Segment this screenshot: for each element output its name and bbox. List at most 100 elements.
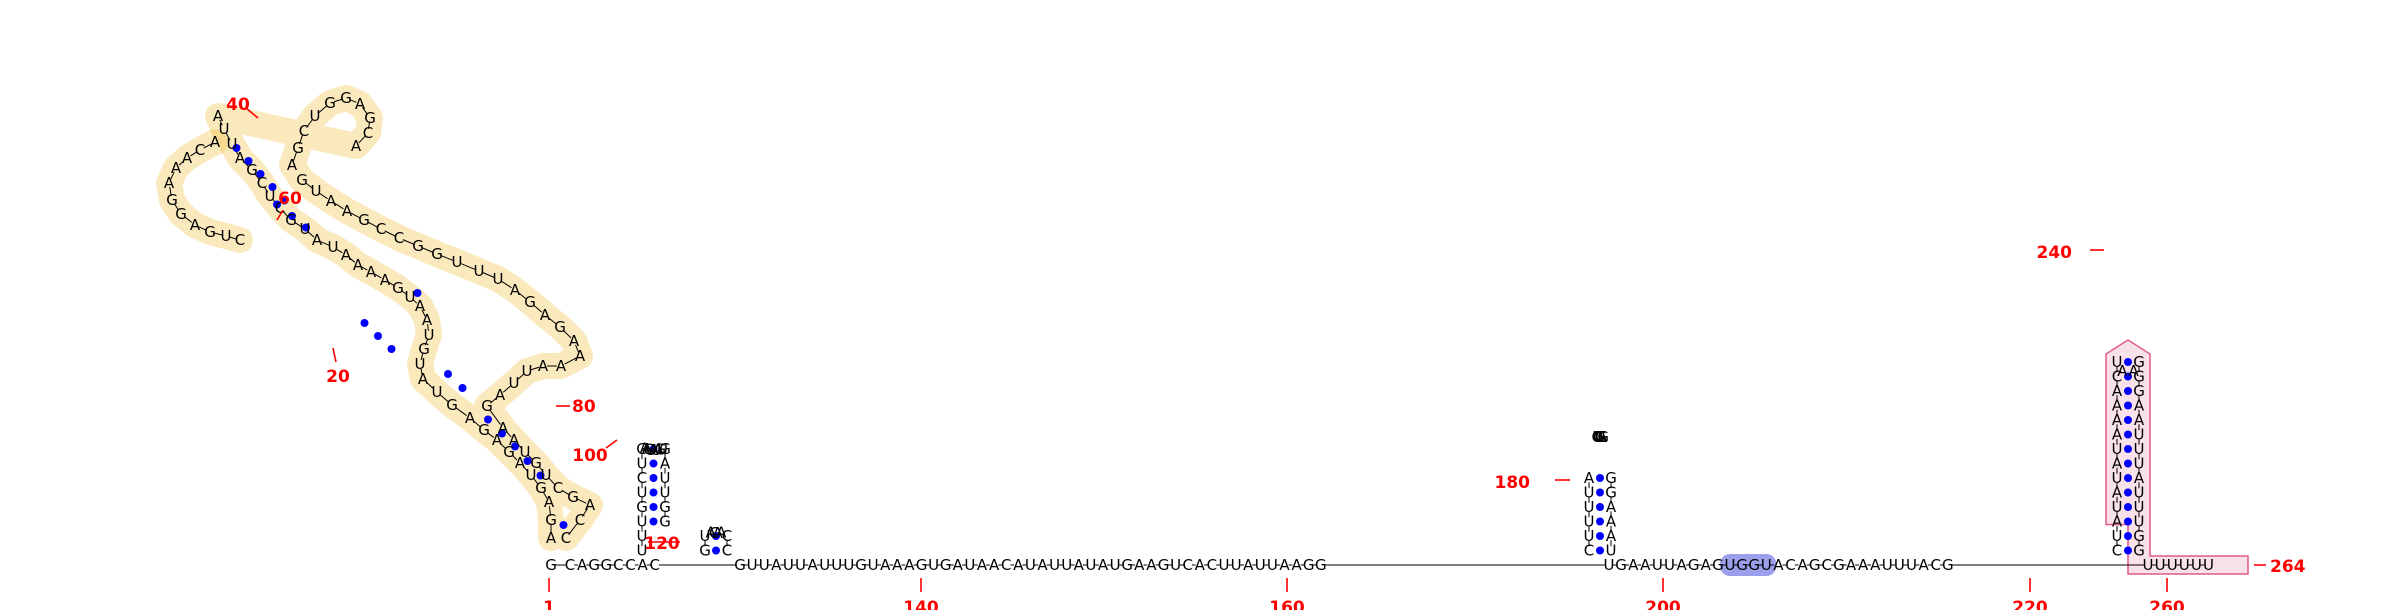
nucleotide: G [481,397,493,415]
nucleotide: G [545,511,557,529]
nucleotide: U [2167,556,2178,574]
nucleotide: A [771,556,782,574]
nucleotide: U [747,556,758,574]
nucleotide: A [716,523,727,541]
position-number: 260 [2149,598,2185,610]
nucleotide: A [569,332,580,350]
domain-highlights [156,85,2249,576]
nucleotide-letters: GCAGGCCACGUUAUUAUUUGUAAAGUGAUAACAUAUUAUA… [164,89,2214,574]
position-number: 200 [1645,598,1681,610]
base-pair-dot [2124,503,2132,511]
nucleotide: A [1146,556,1157,574]
nucleotide: U [1894,556,1905,574]
nucleotide: U [1761,556,1772,574]
position-number: 140 [903,598,939,610]
base-pair-dot [2124,416,2132,424]
nucleotide: U [831,556,842,574]
nucleotide: G [567,488,579,506]
nucleotide: A [495,386,506,404]
nucleotide: U [1231,556,1242,574]
nucleotide: U [1906,556,1917,574]
nucleotide: A [164,174,175,192]
nucleotide: A [509,431,520,449]
base-pair-dot [649,459,658,468]
nucleotide: A [1291,556,1302,574]
nucleotide: U [1061,556,1072,574]
nucleotide: A [1918,556,1929,574]
nucleotide: A [1676,556,1687,574]
base-pair-dot [1596,503,1604,511]
nucleotide: U [964,556,975,574]
nucleotide: C [561,529,571,547]
nucleotide: G [734,556,746,574]
nucleotide: A [182,149,193,167]
nucleotide: A [287,156,298,174]
nucleotide: U [2191,556,2202,574]
nucleotide: A [1701,556,1712,574]
nucleotide: C [1822,556,1832,574]
nucleotide: U [1085,556,1096,574]
nucleotide: A [351,137,362,155]
nucleotide: A [546,529,557,547]
position-number: 160 [1269,598,1305,610]
position-number: 1 [543,598,555,610]
nucleotide: U [783,556,794,574]
nucleotide: G [204,223,216,241]
nucleotide: C [1207,556,1217,574]
nucleotide: U [493,270,504,288]
nucleotide: A [465,409,476,427]
nucleotide: G [588,556,600,574]
nucleotide: A [1628,556,1639,574]
nucleotide: G [1942,556,1954,574]
nucleotide: A [904,556,915,574]
nucleotide: G [1748,556,1760,574]
nucleotide: A [1858,556,1869,574]
base-pair-dot [2124,532,2132,540]
nucleotide: U [311,182,322,200]
nucleotide: A [1195,556,1206,574]
base-pair-dot [1596,474,1604,482]
nucleotide: A [1098,556,1109,574]
nucleotide: A [498,419,509,437]
position-number: 180 [1495,473,1531,493]
base-pair-dot [649,503,658,511]
nucleotide: G [285,211,297,229]
nucleotide: U [1882,556,1893,574]
backbone-links [169,98,2205,566]
nucleotide: U [522,362,533,380]
base-pair-dot [2124,474,2132,482]
nucleotide: A [1243,556,1254,574]
nucleotide: U [1025,556,1036,574]
nucleotide: G [940,556,952,574]
base-pair-dot [712,546,720,555]
nucleotide: C [575,511,585,529]
nucleotide: A [1279,556,1290,574]
nucleotide: G [292,139,304,157]
nucleotide: G [246,161,258,179]
nucleotide: A [510,281,521,299]
position-number: 264 [2270,557,2306,577]
nucleotide: A [1074,556,1085,574]
nucleotide: G [296,171,308,189]
nucleotide: G [1605,469,1617,487]
nucleotide: G [1736,556,1748,574]
nucleotide: G [1688,556,1700,574]
nucleotide: C [1182,556,1192,574]
nucleotide: A [1870,556,1881,574]
nucleotide: U [1219,556,1230,574]
nucleotide: U [1267,556,1278,574]
nucleotide: A [1134,556,1145,574]
nucleotide: C [235,231,245,249]
nucleotide: A [585,496,596,514]
nucleotide: G [358,211,370,229]
nucleotide: A [1773,556,1784,574]
nucleotide: U [657,440,668,458]
base-pair-dot [387,345,396,353]
nucleotide: G [1158,556,1170,574]
nucleotide: G [175,205,187,223]
nucleotide: U [1170,556,1181,574]
nucleotide: U [868,556,879,574]
nucleotide: U [328,238,339,256]
base-pair-dot [559,521,568,529]
base-pair-dot [2124,488,2132,497]
